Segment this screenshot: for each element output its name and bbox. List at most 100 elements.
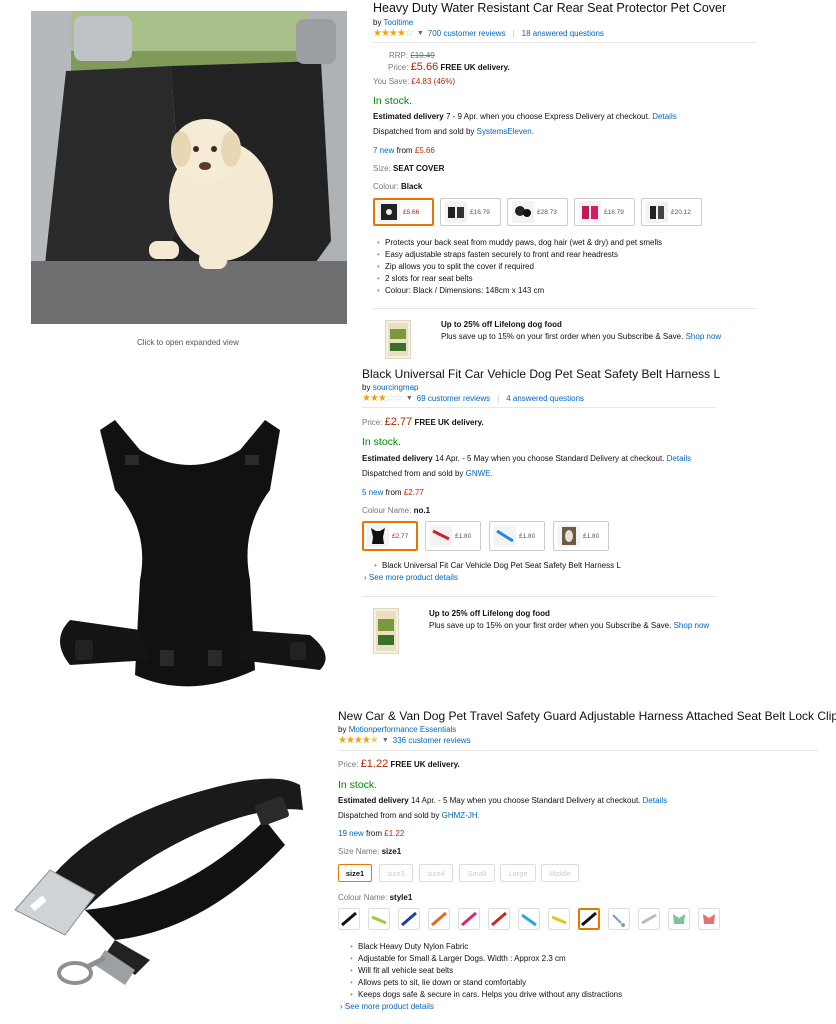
colour-swatch-pink-icon[interactable] [458, 908, 480, 930]
product3-rating: ★★★★★ ▼ 336 customer reviews [338, 735, 471, 746]
product2-brand-link[interactable]: sourcingmap [373, 383, 419, 392]
product1-save-row: You Save: £4.83 (46%) [373, 77, 456, 86]
colour-swatch-yellow-icon[interactable] [548, 908, 570, 930]
product2-questions-link[interactable]: 4 answered questions [506, 394, 584, 403]
colour-swatch-red-harness-icon[interactable] [698, 908, 720, 930]
chevron-down-icon[interactable]: ▼ [382, 737, 389, 744]
product3-new-offers: 19 new from £1.22 [338, 829, 405, 838]
dog-food-bag-icon [376, 611, 396, 651]
product1-details-link[interactable]: Details [652, 112, 676, 121]
product3-seller-link[interactable]: GHMZ-JH. [442, 811, 480, 820]
product2-reviews-link[interactable]: 69 customer reviews [417, 394, 490, 403]
product3-stock-status: In stock. [338, 779, 378, 791]
product1-questions-link[interactable]: 18 answered questions [522, 29, 604, 38]
product1-colour-swatch[interactable]: £5.66 [373, 198, 434, 226]
colour-swatch-orange-icon[interactable] [428, 908, 450, 930]
product3-brand-link[interactable]: Motionperformance Essentials [349, 725, 457, 734]
colour-swatch-white-icon[interactable] [608, 908, 630, 930]
product2-details-link[interactable]: Details [667, 454, 691, 463]
product1-promo: Up to 25% off Lifelong dog food Plus sav… [441, 320, 722, 341]
product3-price-row: Price: £1.22 FREE UK delivery. [338, 758, 460, 770]
product1-size: Size: SEAT COVER [373, 164, 445, 173]
harness-thumbnail-icon [558, 525, 580, 547]
colour-swatch-lime-icon[interactable] [368, 908, 390, 930]
product2-new-link[interactable]: 5 new [362, 488, 383, 497]
product2-byline: by sourcingmap [362, 383, 419, 392]
product2-rating: ★★★☆☆ ▼ 69 customer reviews | 4 answered… [362, 393, 585, 404]
product2-colour-swatch[interactable]: £1.80 [489, 521, 545, 551]
product1-new-offers: 7 new from £5.66 [373, 146, 435, 155]
colour-swatch-blue-icon[interactable] [398, 908, 420, 930]
expand-view-label[interactable]: Click to open expanded view [137, 338, 239, 347]
colour-swatch-black-icon[interactable] [338, 908, 360, 930]
product1-new-link[interactable]: 7 new [373, 146, 394, 155]
product1-reviews-link[interactable]: 700 customer reviews [428, 29, 506, 38]
list-item: Adjustable for Small & Larger Dogs. Widt… [350, 953, 622, 965]
product2-feature-list: Black Universal Fit Car Vehicle Dog Pet … [372, 560, 621, 572]
chevron-down-icon[interactable]: ▼ [417, 30, 424, 37]
list-item: Keeps dogs safe & secure in cars. Helps … [350, 989, 622, 1001]
seat-cover-thumbnail-icon [445, 201, 467, 223]
product2-colour-swatch[interactable]: £1.80 [425, 521, 481, 551]
product1-price-row: Price: £5.66 FREE UK delivery. [388, 61, 510, 73]
product2-dispatch: Dispatched from and sold by GNWE. [362, 469, 493, 478]
shop-now-link[interactable]: Shop now [686, 332, 722, 341]
shop-now-link[interactable]: Shop now [674, 621, 710, 630]
product3-see-more[interactable]: › See more product details [340, 1002, 434, 1011]
size-option[interactable]: size1 [338, 864, 372, 882]
product2-image[interactable] [40, 410, 340, 700]
product3-details-link[interactable]: Details [643, 796, 667, 805]
product2-see-more[interactable]: › See more product details [364, 573, 458, 582]
harness-thumbnail-icon [494, 525, 516, 547]
size-option[interactable]: Small [459, 864, 495, 882]
size-option[interactable]: size4 [419, 864, 453, 882]
size-option[interactable]: size3 [379, 864, 413, 882]
product2-seller-link[interactable]: GNWE. [466, 469, 493, 478]
product1-colour-swatch[interactable]: £16.79 [440, 198, 501, 226]
product3-title[interactable]: New Car & Van Dog Pet Travel Safety Guar… [338, 709, 836, 723]
product3-dispatch: Dispatched from and sold by GHMZ-JH. [338, 811, 480, 820]
product1-estimated-delivery: Estimated delivery 7 - 9 Apr. when you c… [373, 112, 677, 121]
product1-dispatch: Dispatched from and sold by SystemsEleve… [373, 127, 534, 136]
product2-estimated-delivery: Estimated delivery 14 Apr. - 5 May when … [362, 454, 692, 463]
divider [362, 407, 717, 408]
product3-price: £1.22 [360, 758, 389, 770]
star-rating-icon[interactable]: ★★★★☆ [373, 28, 414, 39]
product3-image[interactable] [5, 760, 315, 995]
list-item: Allows pets to sit, lie down or stand co… [350, 977, 622, 989]
dog-food-promo-image[interactable] [373, 608, 399, 654]
product1-colour-swatch[interactable]: £16.79 [574, 198, 635, 226]
product2-colour: Colour Name: no.1 [362, 506, 431, 515]
colour-swatch-green-harness-icon[interactable] [668, 908, 690, 930]
product1-title[interactable]: Heavy Duty Water Resistant Car Rear Seat… [373, 1, 726, 15]
product1-brand-link[interactable]: Tooltime [384, 18, 414, 27]
product1-image[interactable] [31, 11, 347, 324]
colour-swatch-grey-icon[interactable] [638, 908, 660, 930]
product2-price: £2.77 [384, 416, 413, 428]
product2-colour-swatch[interactable]: £2.77 [362, 521, 418, 551]
harness-photo [60, 420, 326, 687]
product3-new-link[interactable]: 19 new [338, 829, 364, 838]
star-rating-icon[interactable]: ★★★☆☆ [362, 393, 403, 404]
list-item: 2 slots for rear seat belts [377, 273, 662, 285]
product2-title[interactable]: Black Universal Fit Car Vehicle Dog Pet … [362, 367, 720, 381]
size-option[interactable]: Middle [541, 864, 579, 882]
dog-food-bag-icon [388, 323, 408, 356]
colour-swatch-red-icon[interactable] [488, 908, 510, 930]
product3-reviews-link[interactable]: 336 customer reviews [393, 736, 471, 745]
product1-feature-list: Protects your back seat from muddy paws,… [375, 237, 662, 297]
size-option[interactable]: Large [500, 864, 536, 882]
colour-swatch-cyan-icon[interactable] [518, 908, 540, 930]
product3-estimated-delivery: Estimated delivery 14 Apr. - 5 May when … [338, 796, 668, 805]
dog-food-promo-image[interactable] [385, 320, 411, 359]
product3-size: Size Name: size1 [338, 847, 402, 856]
product1-colour-swatch[interactable]: £20.12 [641, 198, 702, 226]
chevron-down-icon[interactable]: ▼ [406, 395, 413, 402]
product2-colour-swatch[interactable]: £1.80 [553, 521, 609, 551]
star-rating-icon[interactable]: ★★★★★ [338, 735, 379, 746]
colour-swatch-selected-black-icon[interactable] [578, 908, 600, 930]
product1-seller-link[interactable]: SystemsEleven. [477, 127, 534, 136]
product1-colour-swatch[interactable]: £28.73 [507, 198, 568, 226]
seat-cover-photo [31, 11, 347, 324]
list-item: Colour: Black / Dimensions: 148cm x 143 … [377, 285, 662, 297]
